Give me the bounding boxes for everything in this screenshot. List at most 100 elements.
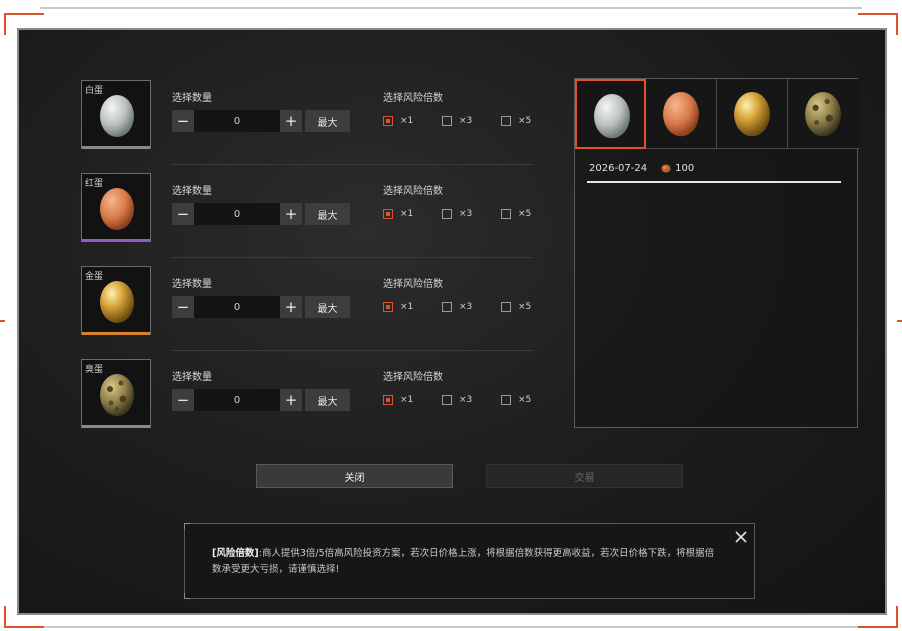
checkbox-checked[interactable] bbox=[383, 302, 393, 312]
quantity-stepper: − 0 + bbox=[172, 296, 302, 318]
egg-rarity-bar bbox=[82, 332, 150, 335]
price-underline bbox=[587, 181, 841, 183]
quantity-input[interactable]: 0 bbox=[194, 203, 280, 225]
white-egg-icon bbox=[100, 95, 134, 137]
tip-corner bbox=[184, 523, 190, 529]
gold-egg-icon bbox=[734, 91, 770, 137]
risk-option-label: ×1 bbox=[400, 395, 414, 405]
risk-option-x5[interactable]: ×5 bbox=[501, 116, 531, 126]
row-divider bbox=[172, 350, 534, 351]
quantity-stepper: − 0 + bbox=[172, 389, 302, 411]
coin-icon bbox=[661, 164, 671, 173]
qty-label: 选择数量 bbox=[172, 186, 212, 197]
row-divider bbox=[172, 164, 534, 165]
row-divider bbox=[172, 257, 534, 258]
egg-tab-white[interactable] bbox=[575, 79, 646, 149]
checkbox[interactable] bbox=[501, 116, 511, 126]
risk-option-x1[interactable]: ×1 bbox=[383, 116, 413, 126]
risk-option-label: ×3 bbox=[459, 209, 473, 219]
checkbox[interactable] bbox=[442, 395, 452, 405]
risk-label: 选择风险倍数 bbox=[383, 279, 443, 290]
tip-corner bbox=[184, 593, 190, 599]
plus-button[interactable]: + bbox=[280, 389, 302, 411]
egg-rarity-bar bbox=[82, 239, 150, 242]
qty-label: 选择数量 bbox=[172, 279, 212, 290]
risk-option-label: ×3 bbox=[459, 395, 473, 405]
risk-option-label: ×3 bbox=[459, 116, 473, 126]
close-button[interactable]: 关闭 bbox=[256, 464, 453, 488]
minus-button[interactable]: − bbox=[172, 296, 194, 318]
max-button[interactable]: 最大 bbox=[305, 389, 350, 411]
red-egg-icon bbox=[100, 188, 134, 230]
checkbox-checked[interactable] bbox=[383, 209, 393, 219]
egg-tab-rotten[interactable] bbox=[788, 79, 859, 149]
frame-top-line bbox=[40, 7, 862, 9]
plus-button[interactable]: + bbox=[280, 110, 302, 132]
quantity-input[interactable]: 0 bbox=[194, 296, 280, 318]
risk-option-label: ×3 bbox=[459, 302, 473, 312]
price-date: 2026-07-24 bbox=[589, 163, 648, 174]
tip-text: [风险倍数]:商人提供3倍/5倍高风险投资方案，若次日价格上涨，将根据倍数获得更… bbox=[212, 546, 722, 578]
minus-button[interactable]: − bbox=[172, 110, 194, 132]
quantity-stepper: − 0 + bbox=[172, 203, 302, 225]
checkbox[interactable] bbox=[442, 116, 452, 126]
risk-option-label: ×5 bbox=[518, 209, 532, 219]
egg-rarity-bar bbox=[82, 425, 150, 428]
close-icon[interactable] bbox=[734, 530, 748, 544]
checkbox[interactable] bbox=[442, 209, 452, 219]
risk-label: 选择风险倍数 bbox=[383, 372, 443, 383]
risk-option-x3[interactable]: ×3 bbox=[442, 302, 472, 312]
minus-button[interactable]: − bbox=[172, 203, 194, 225]
plus-button[interactable]: + bbox=[280, 203, 302, 225]
checkbox-checked[interactable] bbox=[383, 395, 393, 405]
checkbox[interactable] bbox=[442, 302, 452, 312]
risk-label: 选择风险倍数 bbox=[383, 93, 443, 104]
egg-tab-red[interactable] bbox=[646, 79, 717, 149]
trade-button[interactable]: 交易 bbox=[486, 464, 683, 488]
quantity-stepper: − 0 + bbox=[172, 110, 302, 132]
gold-egg-icon bbox=[100, 281, 134, 323]
price-record: 2026-07-24 100 bbox=[589, 163, 694, 174]
rotten-egg-icon bbox=[100, 374, 134, 416]
quantity-input[interactable]: 0 bbox=[194, 389, 280, 411]
max-button[interactable]: 最大 bbox=[305, 110, 350, 132]
egg-tab-gold[interactable] bbox=[717, 79, 788, 149]
risk-option-label: ×5 bbox=[518, 395, 532, 405]
risk-option-x1[interactable]: ×1 bbox=[383, 209, 413, 219]
red-egg-icon bbox=[663, 91, 699, 137]
egg-card-red[interactable]: 红蛋 bbox=[81, 173, 151, 242]
price-history-panel: 2026-07-24 100 bbox=[574, 78, 859, 428]
frame-tick-left bbox=[0, 320, 5, 322]
frame-bottom-line bbox=[40, 626, 862, 628]
risk-option-label: ×1 bbox=[400, 209, 414, 219]
qty-label: 选择数量 bbox=[172, 372, 212, 383]
plus-button[interactable]: + bbox=[280, 296, 302, 318]
egg-card-gold[interactable]: 金蛋 bbox=[81, 266, 151, 335]
egg-trade-dialog: 白蛋 红蛋 金蛋 臭蛋 选择数量 选择风险倍数 − 0 + 最大 ×1 ×3 ×… bbox=[17, 28, 887, 615]
risk-option-x5[interactable]: ×5 bbox=[501, 209, 531, 219]
checkbox[interactable] bbox=[501, 395, 511, 405]
risk-option-x3[interactable]: ×3 bbox=[442, 209, 472, 219]
quantity-input[interactable]: 0 bbox=[194, 110, 280, 132]
risk-option-x1[interactable]: ×1 bbox=[383, 302, 413, 312]
risk-option-x3[interactable]: ×3 bbox=[442, 395, 472, 405]
max-button[interactable]: 最大 bbox=[305, 296, 350, 318]
risk-option-label: ×5 bbox=[518, 116, 532, 126]
rotten-egg-icon bbox=[805, 91, 841, 137]
tip-body: :商人提供3倍/5倍高风险投资方案，若次日价格上涨，将根据倍数获得更高收益，若次… bbox=[212, 548, 715, 575]
checkbox-checked[interactable] bbox=[383, 116, 393, 126]
minus-button[interactable]: − bbox=[172, 389, 194, 411]
risk-option-x5[interactable]: ×5 bbox=[501, 302, 531, 312]
max-button[interactable]: 最大 bbox=[305, 203, 350, 225]
risk-option-label: ×5 bbox=[518, 302, 532, 312]
checkbox[interactable] bbox=[501, 209, 511, 219]
risk-label: 选择风险倍数 bbox=[383, 186, 443, 197]
risk-option-x5[interactable]: ×5 bbox=[501, 395, 531, 405]
risk-option-x3[interactable]: ×3 bbox=[442, 116, 472, 126]
risk-tip-box: [风险倍数]:商人提供3倍/5倍高风险投资方案，若次日价格上涨，将根据倍数获得更… bbox=[184, 523, 755, 599]
risk-option-label: ×1 bbox=[400, 116, 414, 126]
checkbox[interactable] bbox=[501, 302, 511, 312]
risk-option-x1[interactable]: ×1 bbox=[383, 395, 413, 405]
egg-card-white[interactable]: 白蛋 bbox=[81, 80, 151, 149]
egg-card-rotten[interactable]: 臭蛋 bbox=[81, 359, 151, 428]
